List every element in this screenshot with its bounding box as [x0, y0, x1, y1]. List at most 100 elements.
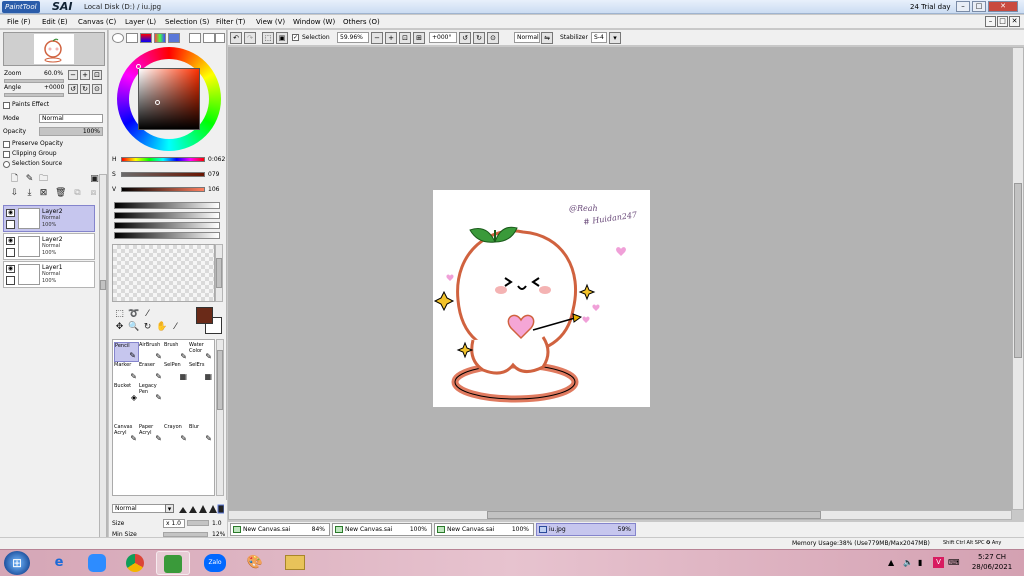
mix-gradient-row[interactable]	[114, 232, 220, 239]
new-folder-icon[interactable]: 🗀	[38, 174, 49, 185]
system-clock[interactable]: 5:27 CH 28/06/2021	[966, 552, 1018, 572]
chevron-down-icon[interactable]: ▾	[609, 32, 621, 44]
angle-slider[interactable]	[4, 93, 64, 97]
volume-icon[interactable]: 🔈	[903, 557, 913, 569]
brush-scrollbar[interactable]	[216, 339, 224, 496]
tray-expand-icon[interactable]: ▲	[888, 557, 894, 569]
zoom-field[interactable]: 59.96%	[337, 32, 369, 43]
visibility-icon[interactable]: ◉	[6, 209, 15, 217]
canvas-vertical-scrollbar[interactable]	[1012, 47, 1024, 510]
color-option-tab-3[interactable]	[215, 33, 225, 43]
keyboard-icon[interactable]: ⌨	[948, 557, 960, 569]
rotate-left-button[interactable]: ↺	[68, 84, 78, 94]
new-layer-icon[interactable]: 🗋	[9, 174, 20, 185]
merge-all-icon[interactable]: ⧈	[88, 188, 99, 199]
color-wheel[interactable]	[117, 47, 221, 151]
size-multiplier-select[interactable]: x 1.0	[163, 519, 185, 528]
menu-layer[interactable]: Layer (L)	[125, 17, 156, 27]
file-explorer-icon[interactable]	[278, 551, 312, 575]
mdi-restore-button[interactable]: □	[997, 16, 1008, 27]
color-option-tab[interactable]	[189, 33, 201, 43]
brush-canvas-acryl[interactable]: Canvas Acryl ✎	[114, 424, 139, 444]
swatch-tab[interactable]	[154, 33, 166, 43]
mix-gradient-row[interactable]	[114, 202, 220, 209]
canvas-tab[interactable]: New Canvas.sai 84%	[230, 523, 330, 536]
deselect-icon[interactable]: ⬚	[262, 32, 274, 44]
menu-window[interactable]: Window (W)	[293, 17, 335, 27]
clear-layer-icon[interactable]: ⊠	[38, 188, 49, 199]
merge-visible-icon[interactable]: ⧉	[72, 188, 83, 199]
chrome-icon[interactable]	[118, 551, 152, 575]
stabilizer-select[interactable]: S-4	[591, 32, 607, 43]
mix-gradient-row[interactable]	[114, 212, 220, 219]
brush-crayon[interactable]: Crayon ✎	[164, 424, 189, 444]
magic-wand-icon[interactable]: ⁄	[142, 309, 153, 320]
zoom-in-icon[interactable]: +	[385, 32, 397, 44]
zoom-reset-icon[interactable]: ⊞	[413, 32, 425, 44]
size-slider[interactable]	[187, 520, 209, 526]
menu-canvas[interactable]: Canvas (C)	[78, 17, 116, 27]
saturation-value-square[interactable]	[138, 68, 200, 130]
menu-file[interactable]: File (F)	[7, 17, 30, 27]
move-icon[interactable]: ✥	[114, 322, 125, 333]
brush-blur[interactable]: Blur ✎	[189, 424, 214, 444]
redo-icon[interactable]: ↷	[244, 32, 256, 44]
undo-icon[interactable]: ↶	[230, 32, 242, 44]
invert-selection-icon[interactable]: ▣	[276, 32, 288, 44]
visibility-icon[interactable]: ◉	[6, 237, 15, 245]
brush-selpen[interactable]: SelPen ▦	[164, 362, 189, 382]
hsv-slider-tab[interactable]	[140, 33, 152, 43]
merge-down-icon[interactable]: ⤓	[24, 188, 35, 199]
color-option-tab-2[interactable]	[203, 33, 215, 43]
canvas-tab[interactable]: iu.jpg 59%	[536, 523, 636, 536]
canvas-image[interactable]: @Reah # Huidan247	[433, 190, 650, 407]
new-linework-layer-icon[interactable]: ✎	[24, 174, 35, 185]
brush-legacy-pen[interactable]: Legacy Pen ✎	[139, 383, 164, 403]
brush-marker[interactable]: Marker ✎	[114, 362, 139, 382]
layer-list-scrollbar[interactable]	[99, 174, 107, 544]
value-slider[interactable]	[121, 187, 205, 192]
brush-brush[interactable]: Brush ✎	[164, 342, 189, 362]
zoom-out-button[interactable]: −	[68, 70, 78, 80]
brush-pencil[interactable]: Pencil ✎	[114, 342, 139, 362]
brush-eraser[interactable]: Eraser ✎	[139, 362, 164, 382]
lasso-icon[interactable]: ➰	[128, 309, 139, 320]
layer-row[interactable]: ◉ Layer2 Normal 100%	[3, 233, 95, 260]
zoom-app-icon[interactable]	[80, 551, 114, 575]
rotate-cw-icon[interactable]: ↻	[473, 32, 485, 44]
layer-row[interactable]: ◉ Layer1 Normal 100%	[3, 261, 95, 288]
flip-horizontal-icon[interactable]: ⇋	[541, 32, 553, 44]
rotate-ccw-icon[interactable]: ↺	[459, 32, 471, 44]
selection-checkbox[interactable]: ✓	[292, 34, 299, 41]
opacity-slider[interactable]: 100%	[39, 127, 103, 136]
layer-lock-icon[interactable]	[6, 276, 15, 285]
preserve-opacity-checkbox[interactable]	[3, 141, 10, 148]
menu-filter[interactable]: Filter (T)	[216, 17, 245, 27]
canvas-area[interactable]: @Reah # Huidan247	[228, 47, 1012, 510]
brush-airbrush[interactable]: AirBrush ✎	[139, 342, 164, 362]
network-icon[interactable]: ▮	[918, 557, 922, 569]
scratchpad-tab[interactable]	[168, 33, 180, 43]
eyedropper-icon[interactable]: ⁄	[170, 322, 181, 333]
navigator[interactable]	[3, 32, 105, 66]
canvas-tab[interactable]: New Canvas.sai 100%	[434, 523, 534, 536]
brush-paper-acryl[interactable]: Paper Acryl ✎	[139, 424, 164, 444]
menu-edit[interactable]: Edit (E)	[42, 17, 68, 27]
minimize-button[interactable]: –	[956, 1, 970, 12]
mdi-close-button[interactable]: ✕	[1009, 16, 1020, 27]
rotate-icon[interactable]: ↻	[142, 322, 153, 333]
chevron-down-icon[interactable]: ▾	[165, 504, 174, 513]
canvas-tab[interactable]: New Canvas.sai 100%	[332, 523, 432, 536]
transfer-down-icon[interactable]: ⇩	[9, 188, 20, 199]
rgb-slider-tab[interactable]	[126, 33, 138, 43]
visibility-icon[interactable]: ◉	[6, 265, 15, 273]
zoom-fit-icon[interactable]: ⊡	[399, 32, 411, 44]
rotate-reset-button[interactable]: ⊙	[92, 84, 102, 94]
zoom-reset-button[interactable]: ⊡	[92, 70, 102, 80]
saturation-slider[interactable]	[121, 172, 205, 177]
menu-selection[interactable]: Selection (S)	[165, 17, 209, 27]
brush-bucket[interactable]: Bucket ◈	[114, 383, 139, 403]
rotate-reset-icon[interactable]: ⊙	[487, 32, 499, 44]
brush-watercolor[interactable]: Water Color ✎	[189, 342, 214, 362]
menu-others[interactable]: Others (O)	[343, 17, 380, 27]
